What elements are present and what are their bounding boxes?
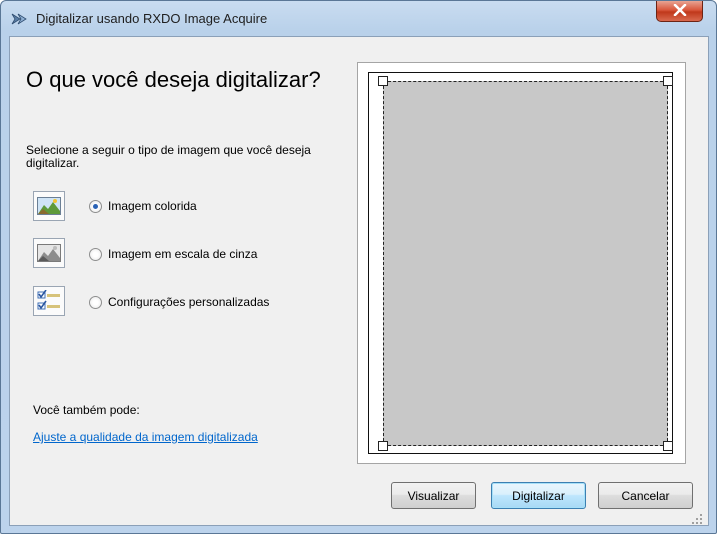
page-title: O que você deseja digitalizar? bbox=[26, 67, 321, 92]
custom-settings-icon[interactable] bbox=[33, 286, 65, 316]
resize-grip-icon[interactable] bbox=[691, 513, 703, 525]
scan-button[interactable]: Digitalizar bbox=[491, 482, 586, 509]
title-bar[interactable]: Digitalizar usando RXDO Image Acquire bbox=[1, 1, 716, 37]
preview-button[interactable]: Visualizar bbox=[391, 482, 476, 509]
scanner-app-icon bbox=[11, 11, 29, 27]
instruction-text: Selecione a seguir o tipo de imagem que … bbox=[26, 143, 311, 170]
option-label: Imagem em escala de cinza bbox=[108, 247, 258, 261]
adjust-quality-link[interactable]: Ajuste a qualidade da imagem digitalizad… bbox=[33, 430, 258, 444]
radio-grayscale-image[interactable] bbox=[89, 247, 102, 261]
cancel-button[interactable]: Cancelar bbox=[598, 482, 693, 509]
also-label: Você também pode: bbox=[33, 403, 140, 417]
radio-color-image[interactable] bbox=[89, 199, 102, 213]
option-grayscale-image[interactable]: Imagem em escala de cinza bbox=[89, 246, 257, 262]
scan-area[interactable] bbox=[383, 81, 668, 446]
close-button[interactable] bbox=[656, 1, 703, 22]
crop-handle-bottom-left[interactable] bbox=[378, 441, 388, 451]
option-custom-settings[interactable]: Configurações personalizadas bbox=[89, 294, 269, 310]
option-color-image[interactable]: Imagem colorida bbox=[89, 198, 197, 214]
crop-handle-bottom-right[interactable] bbox=[663, 441, 673, 451]
close-icon bbox=[673, 3, 687, 19]
window-title: Digitalizar usando RXDO Image Acquire bbox=[36, 11, 268, 26]
option-label: Imagem colorida bbox=[108, 199, 197, 213]
crop-handle-top-right[interactable] bbox=[663, 76, 673, 86]
crop-handle-top-left[interactable] bbox=[378, 76, 388, 86]
radio-custom-settings[interactable] bbox=[89, 295, 102, 309]
grayscale-image-icon[interactable] bbox=[33, 238, 65, 268]
color-image-icon[interactable] bbox=[33, 191, 65, 221]
option-label: Configurações personalizadas bbox=[108, 295, 270, 309]
